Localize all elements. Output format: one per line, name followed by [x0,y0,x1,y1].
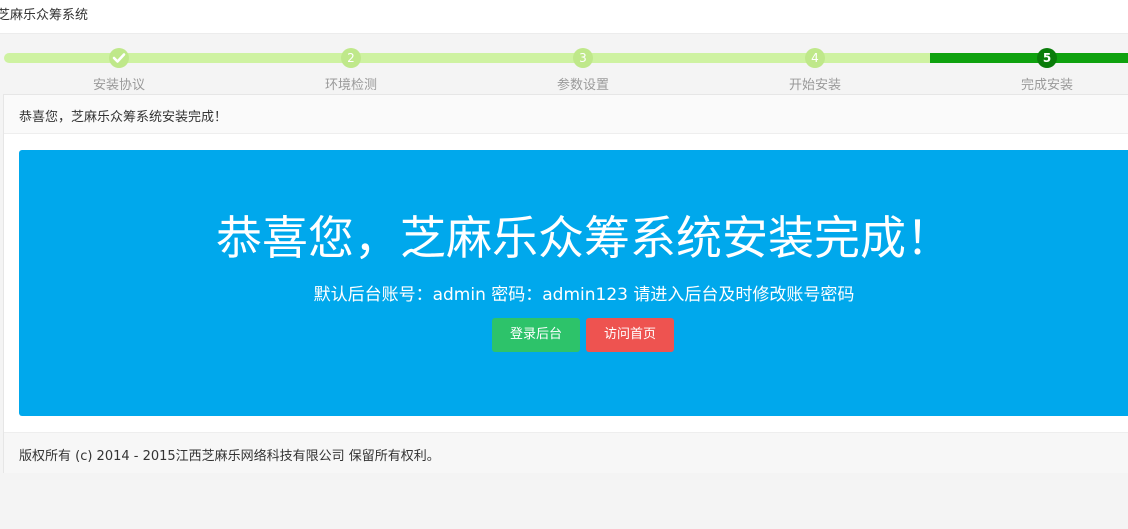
visit-home-button[interactable]: 访问首页 [586,318,674,352]
install-steps: 2 3 4 5 安装协议 环境检测 参数设置 开始安装 完成安装 [0,34,1128,94]
step-2-number: 2 [341,48,361,68]
app-title: 芝麻乐众筹系统 [0,8,89,23]
step-1-label: 安装协议 [92,78,145,93]
step-3-label: 参数设置 [556,78,609,93]
panel-footer: 版权所有 (c) 2014 - 2015江西芝麻乐网络科技有限公司 保留所有权利… [4,432,1128,473]
completion-panel: 恭喜您，芝麻乐众筹系统安装完成！ 恭喜您，芝麻乐众筹系统安装完成！ 默认后台账号… [3,94,1128,473]
success-hero: 恭喜您，芝麻乐众筹系统安装完成！ 默认后台账号：admin 密码：admin12… [19,150,1128,416]
top-bar: 芝麻乐众筹系统 [0,0,1128,34]
panel-header-text: 恭喜您，芝麻乐众筹系统安装完成！ [19,110,228,125]
panel-header: 恭喜您，芝麻乐众筹系统安装完成！ [4,95,1128,134]
step-4-label: 开始安装 [788,78,841,93]
progress-track [4,53,930,63]
copyright-text: 版权所有 (c) 2014 - 2015江西芝麻乐网络科技有限公司 保留所有权利… [19,449,440,464]
hero-subtitle: 默认后台账号：admin 密码：admin123 请进入后台及时修改账号密码 [313,285,855,305]
step-3-number: 3 [573,48,593,68]
progress-track-active [930,53,1128,63]
step-1-check-icon [109,48,129,68]
step-4-number: 4 [805,48,825,68]
step-5-number: 5 [1037,48,1057,68]
hero-title: 恭喜您，芝麻乐众筹系统安装完成！ [216,211,952,265]
step-5-label: 完成安装 [1020,78,1073,93]
login-admin-button[interactable]: 登录后台 [492,318,580,352]
step-2-label: 环境检测 [324,78,377,93]
page-bottom [0,482,1128,529]
